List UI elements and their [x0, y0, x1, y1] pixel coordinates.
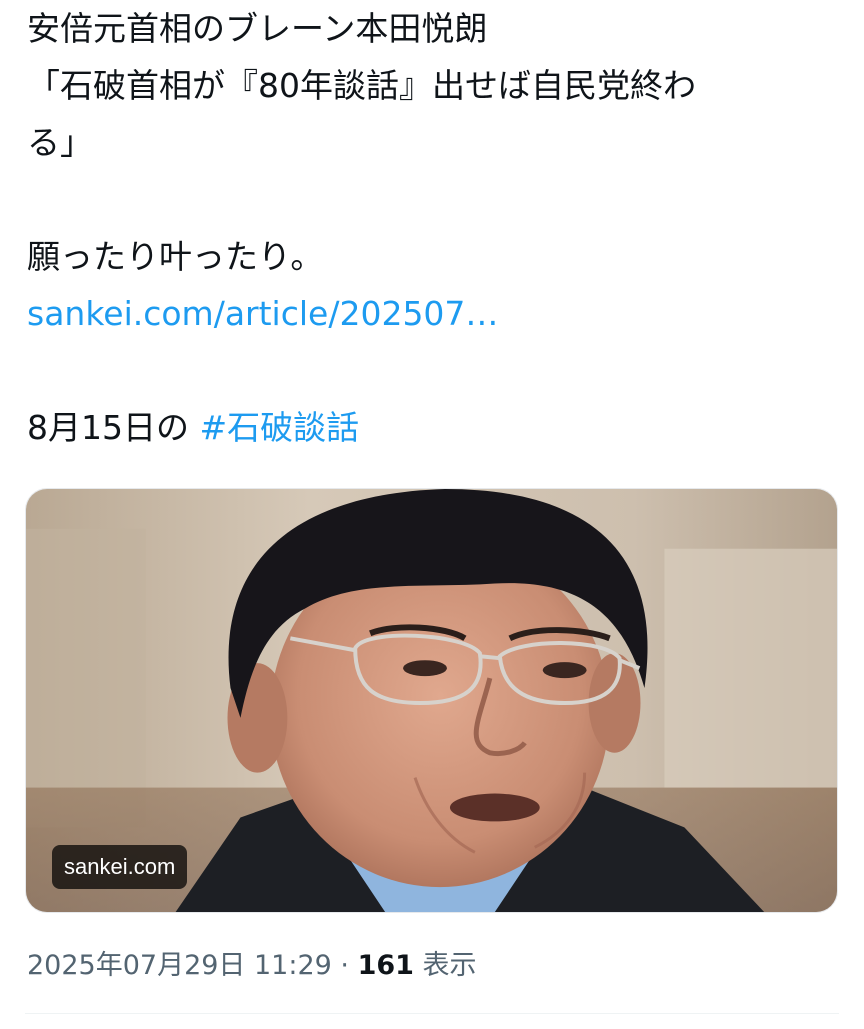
meta-separator: · — [331, 950, 358, 981]
tweet-text-line: 安倍元首相のブレーン本田悦朗 — [27, 9, 488, 48]
tweet-link-line: sankei.com/article/202507… — [27, 285, 839, 342]
timestamp[interactable]: 2025年07月29日 11:29 — [27, 950, 332, 981]
hashtag-link[interactable]: #石破談話 — [199, 408, 359, 447]
tweet-text-line: 願ったり叶ったり。 — [27, 237, 324, 276]
tweet-meta: 2025年07月29日 11:29 · 161 表示 — [27, 944, 477, 988]
hashtag-prefix: 8月15日の — [27, 408, 200, 447]
views-label: 表示 — [413, 950, 477, 981]
views-count: 161 — [357, 950, 414, 981]
hashtag-line: 8月15日の #石破談話 — [27, 399, 839, 456]
tweet-text-line: 「石破首相が『80年談話』出せば自民党終わ — [27, 66, 696, 105]
link-preview-card[interactable]: sankei.com — [25, 488, 838, 913]
tweet: 安倍元首相のブレーン本田悦朗 「石破首相が『80年談話』出せば自民党終わ る」 … — [27, 0, 839, 456]
tweet-text-line: る」 — [27, 123, 93, 162]
card-domain-badge: sankei.com — [52, 845, 188, 889]
tweet-text: 安倍元首相のブレーン本田悦朗 「石破首相が『80年談話』出せば自民党終わ る」 … — [27, 0, 839, 456]
article-link[interactable]: sankei.com/article/202507… — [27, 294, 498, 333]
divider — [25, 1013, 839, 1014]
